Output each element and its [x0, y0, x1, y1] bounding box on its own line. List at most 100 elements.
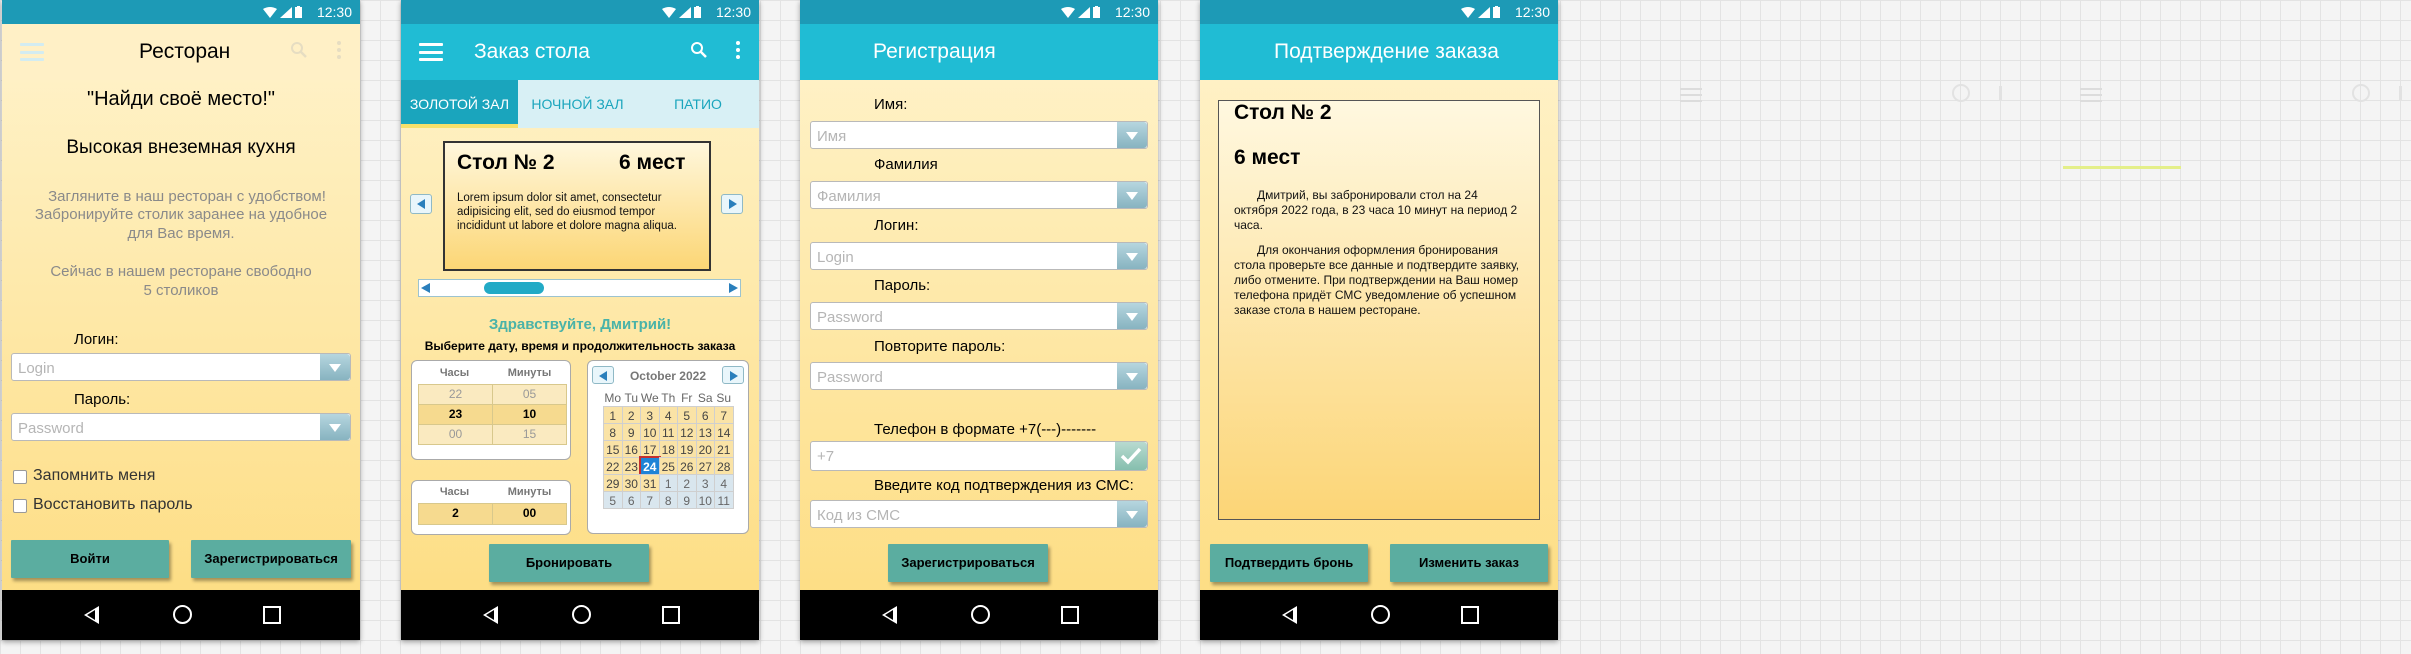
calendar-day[interactable]: 25: [658, 457, 678, 475]
back-icon[interactable]: [1282, 606, 1297, 624]
calendar-day[interactable]: 8: [658, 491, 678, 509]
surname-field[interactable]: Фамилия: [810, 181, 1148, 209]
calendar-day[interactable]: 20: [695, 440, 715, 458]
dropdown-icon[interactable]: [1117, 501, 1147, 527]
sms-code-field[interactable]: Код из СМС: [810, 500, 1148, 528]
dropdown-icon[interactable]: [1117, 122, 1147, 148]
calendar-grid[interactable]: Mo Tu We Th Fr Sa Su 1 2 3 4 5 6 7 8 9 10 11 12 13 14 15 16 17 1…: [603, 389, 734, 509]
login-field[interactable]: Login: [11, 353, 351, 381]
table-scrollbar[interactable]: [418, 279, 741, 297]
change-order-button[interactable]: Изменить заказ: [1390, 544, 1548, 582]
calendar-day[interactable]: 3: [695, 474, 715, 492]
time-cell[interactable]: 22: [418, 384, 493, 405]
tab-golden-hall[interactable]: ЗОЛОТОЙ ЗАЛ: [401, 80, 518, 128]
dropdown-icon[interactable]: [320, 354, 350, 380]
phone-field[interactable]: +7: [810, 441, 1148, 471]
calendar-day[interactable]: 7: [714, 406, 734, 424]
calendar-day[interactable]: 30: [621, 474, 641, 492]
confirm-booking-button[interactable]: Подтвердить бронь: [1210, 544, 1368, 582]
scroll-thumb[interactable]: [484, 282, 544, 294]
name-field[interactable]: Имя: [810, 121, 1148, 149]
password-field[interactable]: Password: [11, 413, 351, 441]
calendar[interactable]: October 2022 Mo Tu We Th Fr Sa Su 1 2 3 4 5 6 7 8 9 10 11…: [587, 360, 749, 534]
login-button[interactable]: Войти: [11, 540, 169, 578]
calendar-day[interactable]: 15: [603, 440, 623, 458]
calendar-day[interactable]: 4: [658, 406, 678, 424]
calendar-day[interactable]: 12: [677, 423, 697, 441]
time-cell[interactable]: 05: [492, 384, 567, 405]
dropdown-icon[interactable]: [1117, 182, 1147, 208]
calendar-day[interactable]: 9: [621, 423, 641, 441]
scroll-right-icon[interactable]: [729, 283, 738, 293]
calendar-day[interactable]: 23: [621, 457, 641, 475]
calendar-day[interactable]: 2: [621, 406, 641, 424]
calendar-day-selected[interactable]: 24: [639, 456, 661, 476]
time-cell-selected[interactable]: 10: [492, 404, 567, 425]
calendar-day[interactable]: 10: [695, 491, 715, 509]
calendar-day[interactable]: 11: [714, 491, 734, 509]
time-picker[interactable]: Часы Минуты 22 05 23 10 00 15: [411, 360, 571, 460]
scroll-left-icon[interactable]: [421, 283, 430, 293]
dropdown-icon[interactable]: [1117, 303, 1147, 329]
back-icon[interactable]: [84, 606, 99, 624]
calendar-day[interactable]: 2: [677, 474, 697, 492]
duration-grid[interactable]: 2 00: [418, 503, 567, 525]
calendar-day[interactable]: 14: [714, 423, 734, 441]
calendar-day[interactable]: 22: [603, 457, 623, 475]
calendar-day[interactable]: 1: [658, 474, 678, 492]
time-cell[interactable]: 15: [492, 424, 567, 445]
back-icon[interactable]: [882, 606, 897, 624]
calendar-day[interactable]: 4: [714, 474, 734, 492]
menu-icon[interactable]: [419, 43, 443, 61]
book-button[interactable]: Бронировать: [489, 544, 649, 582]
calendar-day[interactable]: 6: [621, 491, 641, 509]
home-icon[interactable]: [173, 605, 192, 624]
restore-label[interactable]: Восстановить пароль: [33, 496, 193, 514]
duration-hours[interactable]: 2: [418, 503, 493, 525]
calendar-day[interactable]: 13: [695, 423, 715, 441]
dropdown-icon[interactable]: [1117, 243, 1147, 269]
back-icon[interactable]: [483, 606, 498, 624]
calendar-day[interactable]: 10: [640, 423, 660, 441]
password-field[interactable]: Password: [810, 302, 1148, 330]
more-icon[interactable]: [336, 41, 342, 61]
login-field[interactable]: Login: [810, 242, 1148, 270]
recent-icon[interactable]: [263, 606, 281, 624]
calendar-day[interactable]: 16: [621, 440, 641, 458]
calendar-day[interactable]: 7: [640, 491, 660, 509]
search-icon[interactable]: [690, 41, 708, 59]
calendar-day[interactable]: 5: [677, 406, 697, 424]
next-table-button[interactable]: [721, 194, 743, 214]
duration-minutes[interactable]: 00: [492, 503, 567, 525]
calendar-day[interactable]: 19: [677, 440, 697, 458]
calendar-day[interactable]: 18: [658, 440, 678, 458]
calendar-day[interactable]: 21: [714, 440, 734, 458]
next-month-button[interactable]: [722, 366, 744, 384]
calendar-day[interactable]: 1: [603, 406, 623, 424]
remember-label[interactable]: Запомнить меня: [33, 467, 155, 485]
calendar-day[interactable]: 31: [640, 474, 660, 492]
register-button[interactable]: Зарегистрироваться: [888, 544, 1048, 582]
calendar-day[interactable]: 28: [714, 457, 734, 475]
duration-picker[interactable]: Часы Минуты 2 00: [411, 480, 571, 535]
more-icon[interactable]: [735, 41, 741, 61]
home-icon[interactable]: [1371, 605, 1390, 624]
prev-table-button[interactable]: [410, 194, 432, 214]
home-icon[interactable]: [971, 605, 990, 624]
calendar-day[interactable]: 8: [603, 423, 623, 441]
calendar-day[interactable]: 29: [603, 474, 623, 492]
recent-icon[interactable]: [1061, 606, 1079, 624]
calendar-day[interactable]: 9: [677, 491, 697, 509]
home-icon[interactable]: [572, 605, 591, 624]
recent-icon[interactable]: [1461, 606, 1479, 624]
checkmark-icon[interactable]: [1115, 442, 1147, 470]
time-cell[interactable]: 00: [418, 424, 493, 445]
calendar-day[interactable]: 11: [658, 423, 678, 441]
dropdown-icon[interactable]: [320, 414, 350, 440]
calendar-day[interactable]: 17: [640, 440, 660, 458]
dropdown-icon[interactable]: [1117, 363, 1147, 389]
menu-icon[interactable]: [20, 43, 44, 61]
calendar-day[interactable]: 3: [640, 406, 660, 424]
time-grid[interactable]: 22 05 23 10 00 15: [418, 384, 567, 445]
prev-month-button[interactable]: [592, 366, 614, 384]
